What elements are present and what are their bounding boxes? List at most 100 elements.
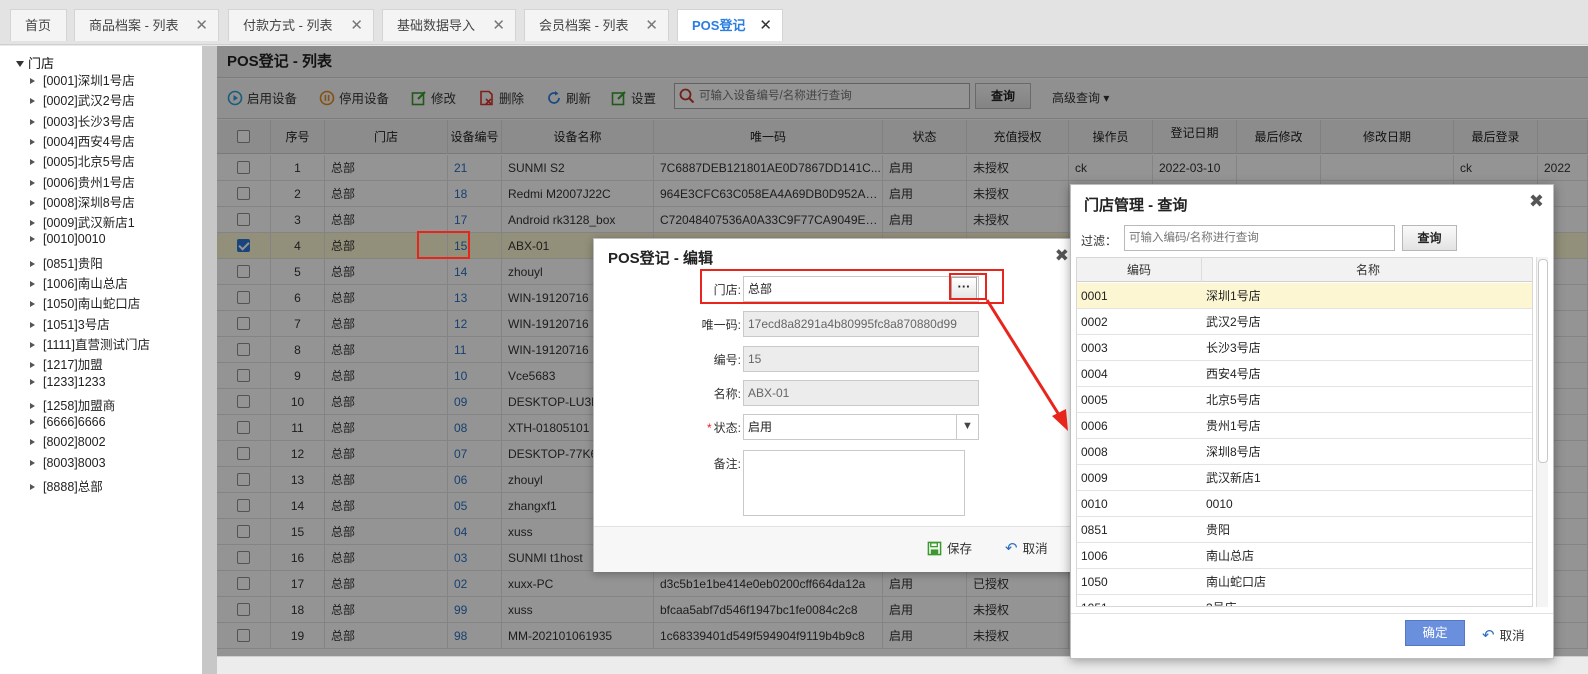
tree-item[interactable]: [6666]6666 <box>30 415 106 429</box>
list-item[interactable]: 0003 长沙3号店 <box>1077 335 1532 361</box>
uid-field[interactable]: 17ecd8a8291a4b80995fc8a870880d99 <box>743 311 979 337</box>
column-header-code[interactable]: 编码 <box>1077 258 1202 282</box>
caret-right-icon[interactable] <box>30 118 35 125</box>
name-field[interactable]: ABX-01 <box>743 380 979 406</box>
caret-right-icon[interactable] <box>30 179 35 186</box>
tree-item[interactable]: [0001]深圳1号店 <box>30 70 135 89</box>
confirm-button[interactable]: 确定 <box>1405 620 1465 646</box>
tree-item-label: [1111]直营测试门店 <box>43 337 150 352</box>
list-item[interactable]: 10513号店 <box>1077 595 1532 606</box>
tree-item-label: [0851]贵阳 <box>43 256 103 271</box>
status-select[interactable]: 启用 ▼ <box>743 414 979 440</box>
tree-item[interactable]: [1051]3号店 <box>30 314 110 333</box>
caret-right-icon[interactable] <box>30 220 35 227</box>
caret-right-icon[interactable] <box>30 362 35 369</box>
cancel-button[interactable]: ↶ 取消 <box>1482 625 1525 644</box>
tree-item[interactable]: [0008]深圳8号店 <box>30 192 135 211</box>
caret-right-icon[interactable] <box>30 378 35 385</box>
save-button[interactable]: 保存 <box>927 538 972 557</box>
tab-product-archive[interactable]: 商品档案 - 列表 ✕ <box>74 9 219 41</box>
tree-item[interactable]: [0003]长沙3号店 <box>30 111 135 130</box>
store-code: 0006 <box>1081 419 1108 433</box>
caret-right-icon[interactable] <box>30 419 35 426</box>
caret-right-icon[interactable] <box>30 159 35 166</box>
caret-right-icon[interactable] <box>30 138 35 145</box>
list-item[interactable]: 0009 武汉新店1 <box>1077 465 1532 491</box>
caret-right-icon[interactable] <box>30 459 35 466</box>
list-item[interactable]: 1006 南山总店 <box>1077 543 1532 569</box>
store-label: 门店: <box>713 283 741 297</box>
list-item[interactable]: 0002 武汉2号店 <box>1077 309 1532 335</box>
store-query-button[interactable]: 查询 <box>1402 225 1457 251</box>
code-field[interactable]: 15 <box>743 346 979 372</box>
close-icon[interactable]: ✕ <box>350 10 363 41</box>
close-icon[interactable]: ✕ <box>195 10 208 41</box>
list-item[interactable]: 0851 贵阳 <box>1077 517 1532 543</box>
store-field[interactable]: 总部 <box>743 276 979 302</box>
tree-item[interactable]: [1006]南山总店 <box>30 273 128 292</box>
filter-input[interactable] <box>1129 229 1389 247</box>
list-item[interactable]: 0005 北京5号店 <box>1077 387 1532 413</box>
tree-item[interactable]: [0006]贵州1号店 <box>30 172 135 191</box>
scrollbar-thumb[interactable] <box>1538 259 1548 463</box>
list-item[interactable]: 0001 深圳1号店 <box>1077 283 1532 309</box>
caret-right-icon[interactable] <box>30 301 35 308</box>
tree-item[interactable]: [0009]武汉新店1 <box>30 212 135 231</box>
close-icon[interactable]: ✕ <box>759 10 772 41</box>
column-header-name[interactable]: 名称 <box>1202 258 1532 282</box>
close-icon[interactable]: ✕ <box>492 10 505 41</box>
tree-item[interactable]: [0851]贵阳 <box>30 253 103 272</box>
list-item[interactable]: 0010 0010 <box>1077 491 1532 517</box>
name-row: 名称: ABX-01 <box>594 380 1081 406</box>
tree-item[interactable]: [0002]武汉2号店 <box>30 90 135 109</box>
tree-item[interactable]: [1233]1233 <box>30 375 106 389</box>
store-name: 3号店 <box>1202 595 1532 606</box>
list-item[interactable]: 0006 贵州1号店 <box>1077 413 1532 439</box>
caret-right-icon[interactable] <box>30 236 35 243</box>
caret-right-icon[interactable] <box>30 98 35 105</box>
caret-right-icon[interactable] <box>30 78 35 84</box>
tree-item[interactable]: [8888]总部 <box>30 476 103 495</box>
caret-right-icon[interactable] <box>30 402 35 409</box>
caret-down-icon[interactable] <box>16 61 24 67</box>
close-icon[interactable]: ✖ <box>1529 191 1544 212</box>
tab-payment-method[interactable]: 付款方式 - 列表 ✕ <box>228 9 374 41</box>
caret-right-icon[interactable] <box>30 321 35 328</box>
tab-member-archive[interactable]: 会员档案 - 列表 ✕ <box>524 9 669 41</box>
tree-item-label: [1217]加盟 <box>43 358 103 373</box>
cancel-button[interactable]: ↶ 取消 <box>1005 538 1048 557</box>
tree-item[interactable]: [1050]南山蛇口店 <box>30 293 140 312</box>
caret-right-icon[interactable] <box>30 439 35 446</box>
close-icon[interactable]: ✖ <box>1055 246 1069 266</box>
filter-box[interactable] <box>1124 225 1395 251</box>
caret-right-icon[interactable] <box>30 199 35 206</box>
tree-item[interactable]: [1258]加盟商 <box>30 395 115 414</box>
close-icon[interactable]: ✕ <box>645 10 658 41</box>
tab-pos-register[interactable]: POS登记 ✕ <box>677 9 783 41</box>
tree-item-label: [0010]0010 <box>43 232 106 247</box>
uid-value: 17ecd8a8291a4b80995fc8a870880d99 <box>748 317 957 331</box>
tree-item[interactable]: [1217]加盟 <box>30 354 103 373</box>
tree-item[interactable]: [8002]8002 <box>30 435 106 449</box>
tree-item[interactable]: [8003]8003 <box>30 456 106 470</box>
list-item[interactable]: 1050 南山蛇口店 <box>1077 569 1532 595</box>
chevron-down-icon[interactable]: ▼ <box>956 415 978 439</box>
list-item[interactable]: 0004 西安4号店 <box>1077 361 1532 387</box>
app-window: 首页 商品档案 - 列表 ✕ 付款方式 - 列表 ✕ 基础数据导入 ✕ 会员档案 - … <box>0 0 1588 674</box>
tree-item[interactable]: [0010]0010 <box>30 232 106 246</box>
caret-right-icon[interactable] <box>30 260 35 267</box>
remark-textarea[interactable] <box>743 450 965 516</box>
tab-home[interactable]: 首页 <box>10 9 67 41</box>
name-value: ABX-01 <box>748 386 790 400</box>
tree-item[interactable]: [0005]北京5号店 <box>30 151 135 170</box>
caret-right-icon[interactable] <box>30 484 35 490</box>
tree-item[interactable]: [0004]西安4号店 <box>30 131 135 150</box>
list-item[interactable]: 0008 深圳8号店 <box>1077 439 1532 465</box>
caret-right-icon[interactable] <box>30 341 35 348</box>
tab-data-import[interactable]: 基础数据导入 ✕ <box>382 9 516 41</box>
tree-item[interactable]: [1111]直营测试门店 <box>30 334 150 353</box>
caret-right-icon[interactable] <box>30 281 35 287</box>
vertical-scrollbar[interactable] <box>1536 257 1548 607</box>
panel-splitter[interactable] <box>203 46 217 674</box>
store-picker-button[interactable]: ··· <box>951 277 977 300</box>
